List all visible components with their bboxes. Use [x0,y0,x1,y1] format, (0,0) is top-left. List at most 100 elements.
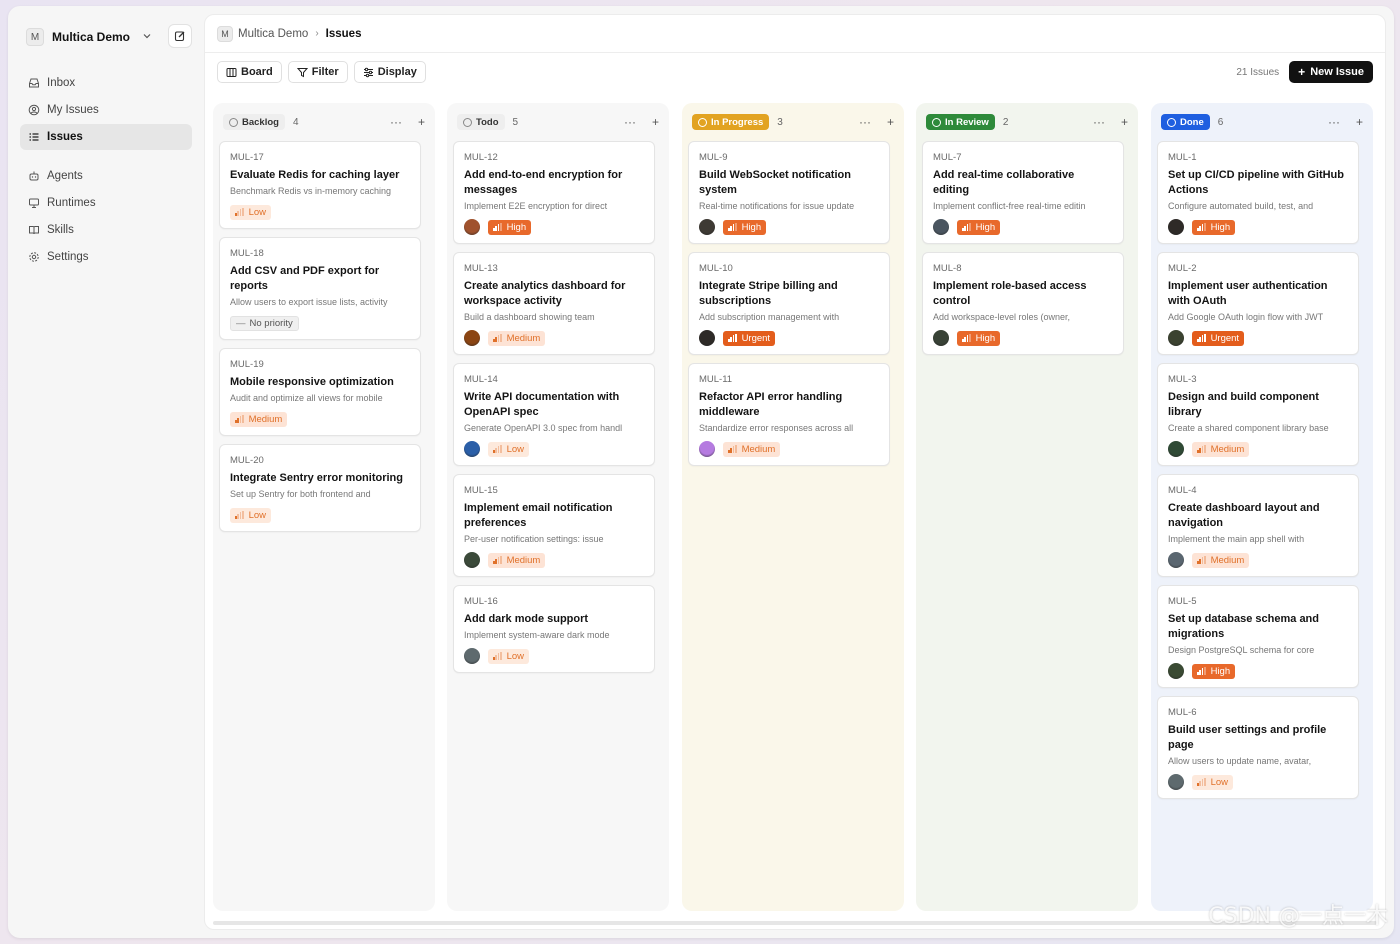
column-actions: ··· + [843,115,894,129]
monitor-icon [27,196,41,210]
assignee-avatar[interactable] [1168,219,1184,235]
issue-card[interactable]: MUL-8 Implement role-based access control… [922,252,1124,355]
issue-description: Audit and optimize all views for mobile [230,393,383,403]
issue-description: Per-user notification settings: issue [464,534,604,544]
priority-badge[interactable]: — No priority [230,315,299,331]
card-footer: Low [230,507,410,523]
priority-badge[interactable]: Medium [723,441,781,457]
more-horizontal-icon[interactable]: ··· [859,115,871,129]
priority-badge[interactable]: High [957,330,1001,346]
assignee-avatar[interactable] [699,330,715,346]
assignee-avatar[interactable] [464,648,480,664]
assignee-avatar[interactable] [464,441,480,457]
workspace-switcher[interactable]: M Multica Demo [20,24,192,50]
issue-card[interactable]: MUL-16 Add dark mode support Implement sys… [453,585,655,673]
sidebar-item-inbox[interactable]: Inbox [20,70,192,96]
more-horizontal-icon[interactable]: ··· [624,115,636,129]
more-horizontal-icon[interactable]: ··· [1093,115,1105,129]
issue-card[interactable]: MUL-11 Refactor API error handling middle… [688,363,890,466]
priority-badge[interactable]: Medium [1192,441,1250,457]
column-title: Todo [476,116,499,128]
issue-title: Refactor API error handling middleware [699,391,843,418]
add-issue-icon[interactable]: + [1356,115,1363,129]
issue-card[interactable]: MUL-7 Add real-time collaborative editing… [922,141,1124,244]
sidebar-item-agents[interactable]: Agents [20,163,192,189]
issue-card[interactable]: MUL-5 Set up database schema and migratio… [1157,585,1359,688]
issue-title: Evaluate Redis for caching layer [230,169,400,181]
issue-card[interactable]: MUL-1 Set up CI/CD pipeline with GitHub A… [1157,141,1359,244]
issue-card[interactable]: MUL-3 Design and build component library C… [1157,363,1359,466]
new-issue-button[interactable]: + New Issue [1289,61,1373,83]
display-button[interactable]: Display [353,61,426,83]
add-issue-icon[interactable]: + [1121,115,1128,129]
sidebar-item-label: Runtimes [47,197,96,209]
priority-badge[interactable]: Medium [230,411,288,427]
issue-id: MUL-12 [464,152,498,163]
assignee-avatar[interactable] [464,330,480,346]
issue-card[interactable]: MUL-15 Implement email notification prefe… [453,474,655,577]
priority-badge[interactable]: High [723,219,767,235]
priority-badge[interactable]: Low [488,441,529,457]
priority-label: Medium [741,443,776,455]
sidebar-item-runtimes[interactable]: Runtimes [20,190,192,216]
assignee-avatar[interactable] [1168,774,1184,790]
issue-card[interactable]: MUL-10 Integrate Stripe billing and subsc… [688,252,890,355]
assignee-avatar[interactable] [933,219,949,235]
issue-card[interactable]: MUL-17 Evaluate Redis for caching layer Be… [219,141,421,229]
assignee-avatar[interactable] [933,330,949,346]
priority-badge[interactable]: Urgent [1192,330,1245,346]
priority-bars-icon [1197,223,1207,231]
assignee-avatar[interactable] [464,219,480,235]
assignee-avatar[interactable] [699,441,715,457]
issue-card[interactable]: MUL-4 Create dashboard layout and navigat… [1157,474,1359,577]
more-horizontal-icon[interactable]: ··· [390,115,402,129]
assignee-avatar[interactable] [1168,663,1184,679]
breadcrumb-workspace[interactable]: Multica Demo [238,28,308,40]
assignee-avatar[interactable] [1168,330,1184,346]
list-icon [27,130,41,144]
issue-card[interactable]: MUL-2 Implement user authentication with … [1157,252,1359,355]
issue-card[interactable]: MUL-9 Build WebSocket notification system… [688,141,890,244]
more-horizontal-icon[interactable]: ··· [1328,115,1340,129]
priority-badge[interactable]: Low [230,204,271,220]
add-issue-icon[interactable]: + [652,115,659,129]
issue-card[interactable]: MUL-19 Mobile responsive optimization Audi… [219,348,421,436]
sidebar-item-label: Agents [47,170,83,182]
priority-badge[interactable]: Low [488,648,529,664]
priority-badge[interactable]: Medium [488,330,546,346]
priority-badge[interactable]: Low [1192,774,1233,790]
issue-card[interactable]: MUL-20 Integrate Sentry error monitoring S… [219,444,421,532]
filter-button[interactable]: Filter [287,61,348,83]
board-view-button[interactable]: Board [217,61,282,83]
priority-badge[interactable]: High [1192,219,1236,235]
status-icon [229,117,238,127]
column-actions: ··· + [608,115,659,129]
assignee-avatar[interactable] [1168,552,1184,568]
card-footer: High [1168,219,1348,235]
priority-badge[interactable]: Medium [1192,552,1250,568]
issue-title: Add real-time collaborative editing [933,169,1075,196]
issue-card[interactable]: MUL-12 Add end-to-end encryption for mess… [453,141,655,244]
sidebar-item-issues[interactable]: Issues [20,124,192,150]
priority-bars-icon [493,652,503,660]
assignee-avatar[interactable] [1168,441,1184,457]
priority-badge[interactable]: Urgent [723,330,776,346]
sidebar-item-settings[interactable]: Settings [20,244,192,270]
add-issue-icon[interactable]: + [418,115,425,129]
sidebar-item-skills[interactable]: Skills [20,217,192,243]
issue-card[interactable]: MUL-14 Write API documentation with OpenA… [453,363,655,466]
assignee-avatar[interactable] [464,552,480,568]
priority-badge[interactable]: High [488,219,532,235]
assignee-avatar[interactable] [699,219,715,235]
issue-card[interactable]: MUL-18 Add CSV and PDF export for reports… [219,237,421,340]
add-issue-icon[interactable]: + [887,115,894,129]
issue-card[interactable]: MUL-13 Create analytics dashboard for wor… [453,252,655,355]
compose-button[interactable] [168,24,192,48]
issue-card[interactable]: MUL-6 Build user settings and profile pag… [1157,696,1359,799]
sidebar-item-my-issues[interactable]: My Issues [20,97,192,123]
priority-badge[interactable]: Medium [488,552,546,568]
priority-badge[interactable]: Low [230,507,271,523]
priority-badge[interactable]: High [1192,663,1236,679]
horizontal-scrollbar[interactable] [213,921,1377,925]
priority-badge[interactable]: High [957,219,1001,235]
